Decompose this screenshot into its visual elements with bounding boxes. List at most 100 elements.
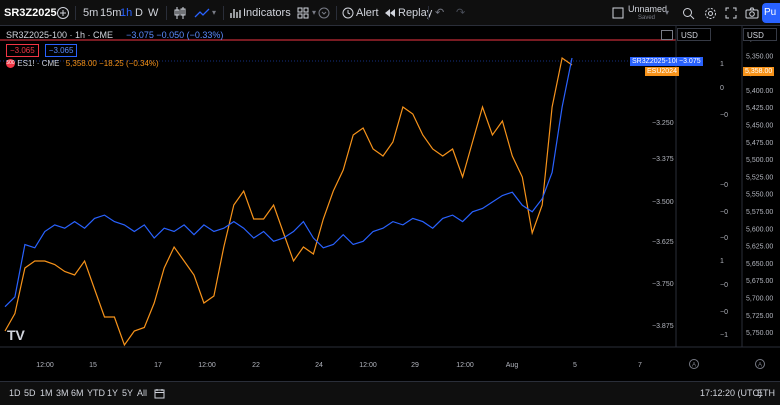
price-tick-right: 5,475.00 (746, 140, 773, 147)
price-tick-right: 5,625.00 (746, 244, 773, 251)
price-tick-main: −3.250 (652, 120, 674, 127)
price-tick-mid: −0 (720, 112, 728, 119)
chevron-down-icon[interactable]: ▾ (212, 0, 216, 26)
range-1d[interactable]: 1D (9, 382, 21, 404)
chart-area[interactable]: −1.125−3.250−3.375−3.500−3.625−3.750−3.8… (0, 26, 780, 377)
price-tick-mid: −0 (720, 182, 728, 189)
price-tick-right: 5,450.00 (746, 123, 773, 130)
chevron-down-icon[interactable]: ▾ (312, 0, 316, 26)
session-button[interactable]: ETH (757, 382, 775, 404)
date-range-icon[interactable] (154, 382, 165, 404)
series-line-sr3z2025 (4, 57, 573, 308)
chevron-down-icon[interactable]: ▾ (665, 0, 669, 26)
price-tick-mid: −1 (720, 332, 728, 339)
price-tick-main: −3.500 (652, 199, 674, 206)
range-6m[interactable]: 6M (71, 382, 84, 404)
main-series-title: SR3Z2025-100 · 1h · CME (6, 30, 114, 40)
price-tick-mid: −0 (720, 282, 728, 289)
interval-w[interactable]: W (148, 0, 158, 26)
alert-button[interactable]: Alert (356, 0, 379, 26)
compare-series-legend[interactable]: 500 ES1! · CME 5,358.00 −18.25 (−0.34%) (6, 59, 159, 69)
range-5d[interactable]: 5D (24, 382, 36, 404)
price-tick-right: 5,550.00 (746, 192, 773, 199)
time-tick: 5 (573, 362, 577, 369)
svg-text:TV: TV (7, 327, 26, 343)
sell-price-button[interactable]: −3.065 (6, 44, 39, 57)
axis-auto-label: A (758, 363, 762, 369)
interval-1h[interactable]: 1h (120, 0, 132, 26)
price-tick-right: 5,575.00 (746, 209, 773, 216)
price-tick-right: 5,650.00 (746, 261, 773, 268)
price-tag-blue-value: −3.075 (677, 57, 703, 66)
range-1m[interactable]: 1M (40, 382, 53, 404)
search-icon[interactable] (682, 0, 695, 26)
buy-price-button[interactable]: −3.065 (44, 44, 78, 57)
series-badge-icon: 500 (6, 59, 15, 69)
tradingview-logo-icon: TV (7, 327, 26, 343)
range-5y[interactable]: 5Y (122, 382, 133, 404)
more-options-icon[interactable] (318, 0, 330, 26)
time-tick: 12:00 (359, 362, 377, 369)
camera-icon[interactable] (745, 0, 759, 26)
price-tick-mid: −0 (720, 309, 728, 316)
time-tick: 29 (411, 362, 419, 369)
price-tick-main: −3.875 (652, 323, 674, 330)
undo-icon[interactable]: ↶ (435, 0, 444, 26)
time-tick: 12:00 (198, 362, 216, 369)
range-ytd[interactable]: YTD (87, 382, 105, 404)
price-tick-mid: 1 (720, 61, 724, 68)
interval-5m[interactable]: 5m (83, 0, 98, 26)
price-tick-right: 5,675.00 (746, 278, 773, 285)
price-tick-right: 5,425.00 (746, 105, 773, 112)
replay-icon[interactable] (384, 0, 396, 26)
compare-series-title: ES1! · CME (17, 59, 60, 68)
price-chart[interactable]: −1.125−3.250−3.375−3.500−3.625−3.750−3.8… (0, 26, 780, 377)
time-tick: 24 (315, 362, 323, 369)
price-tick-right: 5,500.00 (746, 157, 773, 164)
time-tick: 22 (252, 362, 260, 369)
range-1y[interactable]: 1Y (107, 382, 118, 404)
top-toolbar: SR3Z2025 5m 15m 1h D W ▾ Indicators ▾ Al… (0, 0, 780, 26)
price-tick-right: 5,725.00 (746, 313, 773, 320)
compare-series-values: 5,358.00 −18.25 (−0.34%) (65, 59, 159, 68)
main-series-legend[interactable]: SR3Z2025-100 · 1h · CME −3.075 −0.050 (−… (6, 30, 223, 40)
redo-icon[interactable]: ↷ (456, 0, 465, 26)
indicators-button[interactable]: Indicators (243, 0, 291, 26)
layout-status: Saved (638, 15, 656, 21)
currency-button-left[interactable]: USD (677, 28, 711, 41)
candles-icon[interactable] (174, 0, 186, 26)
layout-name[interactable]: Unnamed (628, 4, 667, 14)
scale-toggle-icon[interactable] (661, 30, 673, 40)
line-chart-icon[interactable] (194, 0, 210, 26)
compare-add-icon[interactable] (56, 0, 70, 26)
clock-time[interactable]: 17:12:20 (UTC) (700, 382, 762, 404)
main-series-values: −3.075 −0.050 (−0.33%) (126, 30, 224, 40)
price-tick-right: 5,700.00 (746, 296, 773, 303)
time-tick: 12:00 (456, 362, 474, 369)
bottom-toolbar: 1D 5D 1M 3M 6M YTD 1Y 5Y All 17:12:20 (U… (0, 381, 780, 405)
templates-icon[interactable] (297, 0, 309, 26)
price-tick-right: 5,600.00 (746, 226, 773, 233)
price-tick-mid: −0 (720, 209, 728, 216)
interval-15m[interactable]: 15m (100, 0, 121, 26)
time-tick: 7 (638, 362, 642, 369)
range-all[interactable]: All (137, 382, 147, 404)
price-tick-right: 5,750.00 (746, 330, 773, 337)
time-tick: 17 (154, 362, 162, 369)
gear-icon[interactable] (704, 0, 717, 26)
publish-button[interactable]: Pu (762, 3, 780, 23)
range-3m[interactable]: 3M (56, 382, 69, 404)
alert-icon[interactable] (342, 0, 354, 26)
indicators-icon[interactable] (230, 0, 242, 26)
currency-button-right[interactable]: USD (743, 28, 777, 41)
symbol-search[interactable]: SR3Z2025 (4, 0, 57, 26)
fullscreen-icon[interactable] (725, 0, 737, 26)
price-tag-orange-label: ESU2024 (645, 67, 679, 76)
price-tag-orange-value: 5,358.00 (743, 67, 775, 76)
price-tick-right: 5,525.00 (746, 174, 773, 181)
price-tick-right: 5,400.00 (746, 88, 773, 95)
interval-d[interactable]: D (135, 0, 143, 26)
layout-icon[interactable] (612, 0, 624, 26)
time-tick: 12:00 (36, 362, 54, 369)
trade-buttons: −3.065 −3.065 (6, 44, 78, 57)
